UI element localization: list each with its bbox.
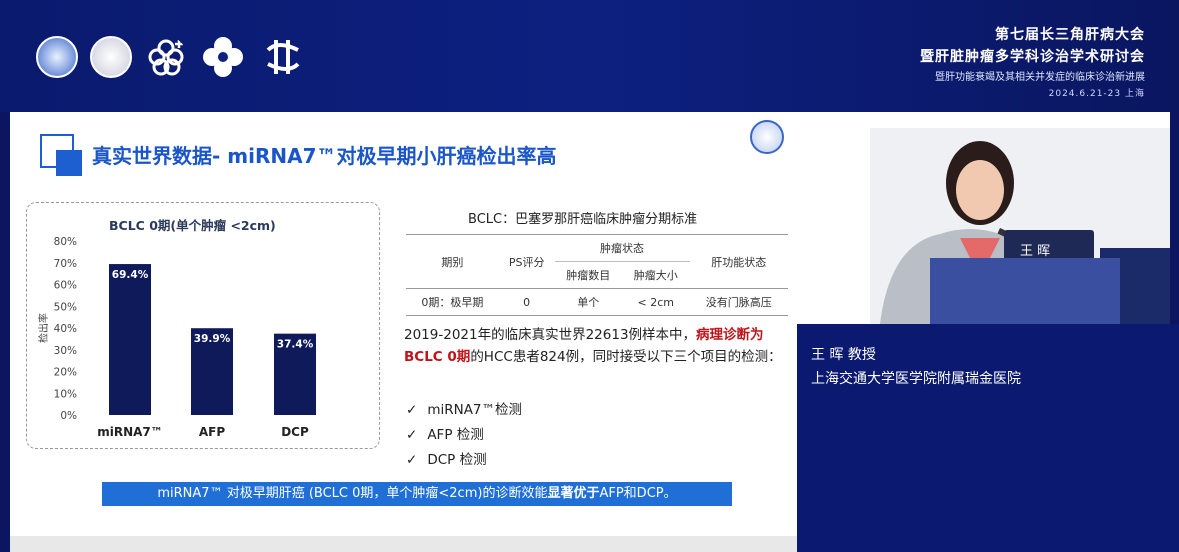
conference-date: 2024.6.21-23 上海 bbox=[1048, 89, 1145, 99]
y-axis-label: 检出率 bbox=[37, 313, 50, 343]
y-tick-label: 30% bbox=[54, 345, 77, 357]
y-tick-label: 10% bbox=[54, 388, 77, 400]
association-seal-icon bbox=[90, 36, 132, 78]
list-item: ✓ AFP 检测 bbox=[406, 423, 522, 448]
bar-value-label: 69.4% bbox=[112, 269, 149, 281]
clover-logo-icon bbox=[203, 37, 243, 77]
test-checklist: ✓ miRNA7™检测 ✓ AFP 检测 ✓ DCP 检测 bbox=[406, 398, 522, 473]
slide-title: 真实世界数据- miRNA7™对极早期小肝癌检出率高 bbox=[92, 144, 557, 168]
speaker-figure-icon: 王 晖 bbox=[870, 128, 1170, 324]
check-label: AFP 检测 bbox=[427, 427, 484, 443]
speaker-caption-panel: 王 晖 教授 上海交通大学医学院附属瑞金医院 bbox=[797, 324, 1179, 552]
check-label: miRNA7™检测 bbox=[427, 402, 523, 418]
body-text-a: 2019-2021年的临床真实世界22613例样本中， bbox=[404, 327, 697, 343]
study-description: 2019-2021年的临床真实世界22613例样本中，病理诊断为BCLC 0期的… bbox=[404, 324, 784, 368]
speaker-hospital: 上海交通大学医学院附属瑞金医院 bbox=[811, 371, 1021, 387]
hospital-logo-icon bbox=[266, 40, 300, 74]
cell-count: 单个 bbox=[554, 288, 623, 316]
table-row: 0期：极早期 0 单个 < 2cm 没有门脉高压 bbox=[406, 288, 788, 316]
bar-0 bbox=[109, 264, 151, 415]
table-header-row: 期别 PS评分 肿瘤状态 肝功能状态 bbox=[406, 234, 788, 289]
speaker-video: 王 晖 bbox=[870, 128, 1170, 324]
conference-banner: 第七届长三角肝病大会 暨肝脏肿瘤多学科诊治学术研讨会 暨肝功能衰竭及其相关并发症… bbox=[0, 0, 1179, 112]
col-liver-function: 肝功能状态 bbox=[689, 234, 788, 289]
y-tick-label: 40% bbox=[54, 323, 77, 335]
category-label: DCP bbox=[281, 425, 309, 439]
chart-title: BCLC 0期(单个肿瘤 <2cm) bbox=[109, 218, 276, 233]
bclc-staging-table: 期别 PS评分 肿瘤状态 肝功能状态 肿瘤数目 肿瘤大小 0期：极早期 0 单个… bbox=[406, 234, 788, 316]
flower-logo-icon bbox=[148, 39, 184, 76]
nameplate-text: 王 晖 bbox=[1020, 244, 1050, 259]
bar-value-label: 37.4% bbox=[277, 339, 314, 351]
check-icon: ✓ bbox=[406, 427, 418, 443]
y-tick-label: 50% bbox=[54, 301, 77, 313]
chart-frame: BCLC 0期(单个肿瘤 <2cm) 检出率 0% 10% 20% 30% 40% 50%… bbox=[26, 202, 380, 449]
y-tick-label: 60% bbox=[54, 280, 77, 292]
conclusion-emphasis: 显著优于 bbox=[547, 486, 600, 501]
col-tumor-status: 肿瘤状态 bbox=[554, 234, 690, 262]
col-tumor-size: 肿瘤大小 bbox=[633, 269, 678, 282]
check-icon: ✓ bbox=[406, 402, 418, 418]
speaker-name: 王 晖 教授 bbox=[811, 347, 876, 363]
staging-standard-title: BCLC：巴塞罗那肝癌临床肿瘤分期标准 bbox=[468, 212, 698, 227]
list-item: ✓ DCP 检测 bbox=[406, 448, 522, 473]
cell-liver: 没有门脉高压 bbox=[689, 288, 788, 316]
cell-stage: 0期：极早期 bbox=[406, 288, 499, 316]
y-tick-label: 20% bbox=[54, 367, 77, 379]
conference-line2: 暨肝脏肿瘤多学科诊治学术研讨会 bbox=[920, 49, 1145, 65]
check-icon: ✓ bbox=[406, 452, 418, 468]
society-logo-icon bbox=[36, 36, 78, 78]
conclusion-banner: miRNA7™ 对极早期肝癌 (BCLC 0期，单个肿瘤<2cm)的诊断效能显著… bbox=[102, 482, 732, 506]
conference-line1: 第七届长三角肝病大会 bbox=[995, 27, 1145, 43]
y-tick-label: 70% bbox=[54, 258, 77, 270]
bar-value-label: 39.9% bbox=[194, 333, 231, 345]
cell-ps: 0 bbox=[498, 288, 555, 316]
col-ps: PS评分 bbox=[498, 234, 555, 289]
y-tick-label: 0% bbox=[60, 410, 77, 422]
col-tumor-count: 肿瘤数目 bbox=[566, 269, 611, 282]
body-text-b: 的HCC患者824例，同时接受以下三个项目的检测： bbox=[470, 349, 782, 365]
category-label: miRNA7™ bbox=[97, 425, 163, 439]
conclusion-text-a: miRNA7™ 对极早期肝癌 (BCLC 0期，单个肿瘤<2cm)的诊断效能 bbox=[157, 486, 548, 501]
cell-size: < 2cm bbox=[622, 288, 690, 316]
category-label: AFP bbox=[199, 425, 225, 439]
y-tick-label: 80% bbox=[54, 236, 77, 248]
title-decoration-fill bbox=[56, 150, 82, 176]
check-label: DCP 检测 bbox=[427, 452, 487, 468]
list-item: ✓ miRNA7™检测 bbox=[406, 398, 522, 423]
col-stage: 期别 bbox=[406, 234, 499, 289]
hospital-seal-icon bbox=[750, 120, 784, 154]
conference-title-block: 第七届长三角肝病大会 暨肝脏肿瘤多学科诊治学术研讨会 暨肝功能衰竭及其相关并发症… bbox=[920, 24, 1145, 99]
detection-rate-bar-chart: BCLC 0期(单个肿瘤 <2cm) 检出率 0% 10% 20% 30% 40% 50%… bbox=[37, 218, 316, 439]
conclusion-text-c: AFP和DCP。 bbox=[599, 486, 677, 501]
conference-line3: 暨肝功能衰竭及其相关并发症的临床诊治新进展 bbox=[935, 72, 1145, 83]
